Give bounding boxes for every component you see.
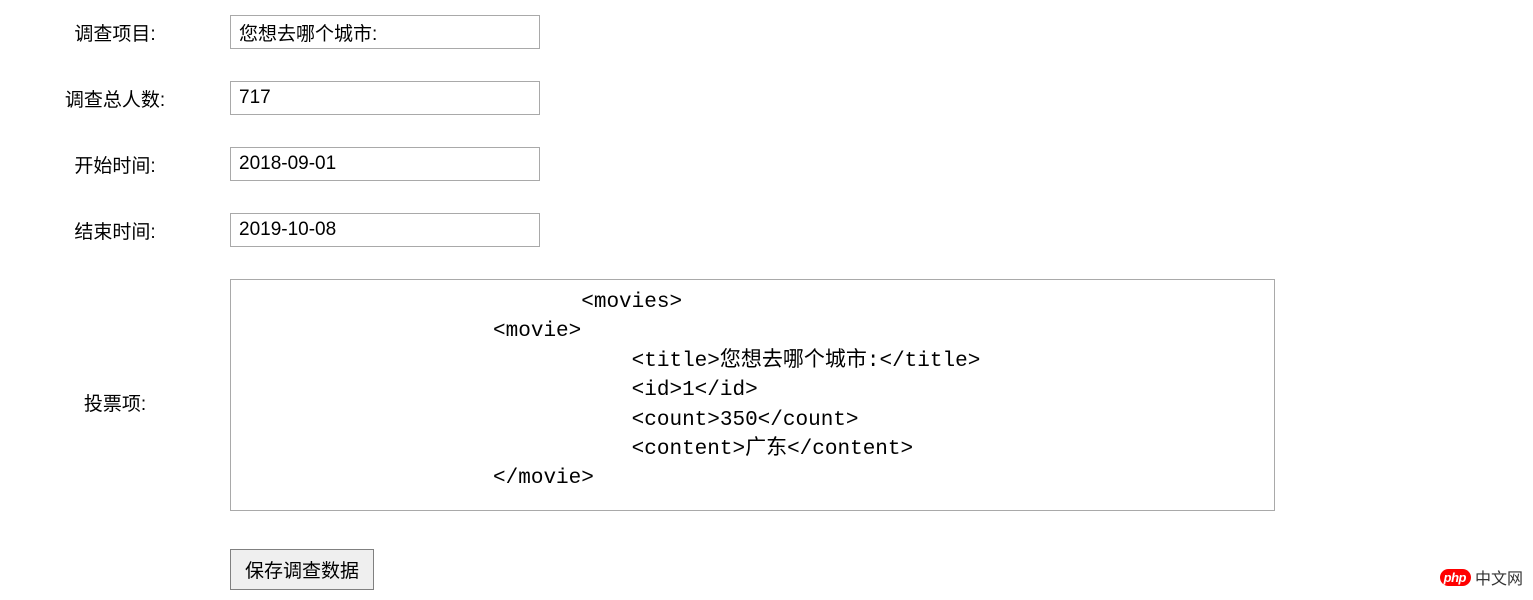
label-start-time: 开始时间: (0, 147, 230, 178)
spacer (0, 549, 230, 553)
label-project: 调查项目: (0, 15, 230, 46)
label-vote-items: 投票项: (0, 279, 230, 416)
input-project[interactable] (230, 15, 540, 49)
input-total[interactable] (230, 81, 540, 115)
label-end-time: 结束时间: (0, 213, 230, 244)
label-total: 调查总人数: (0, 81, 230, 112)
save-button[interactable]: 保存调查数据 (230, 549, 374, 590)
watermark-text: 中文网 (1475, 565, 1523, 589)
watermark-badge-icon: php (1440, 569, 1471, 586)
input-start-time[interactable] (230, 147, 540, 181)
watermark: php 中文网 (1440, 565, 1523, 589)
textarea-vote-items[interactable] (230, 279, 1275, 511)
input-end-time[interactable] (230, 213, 540, 247)
